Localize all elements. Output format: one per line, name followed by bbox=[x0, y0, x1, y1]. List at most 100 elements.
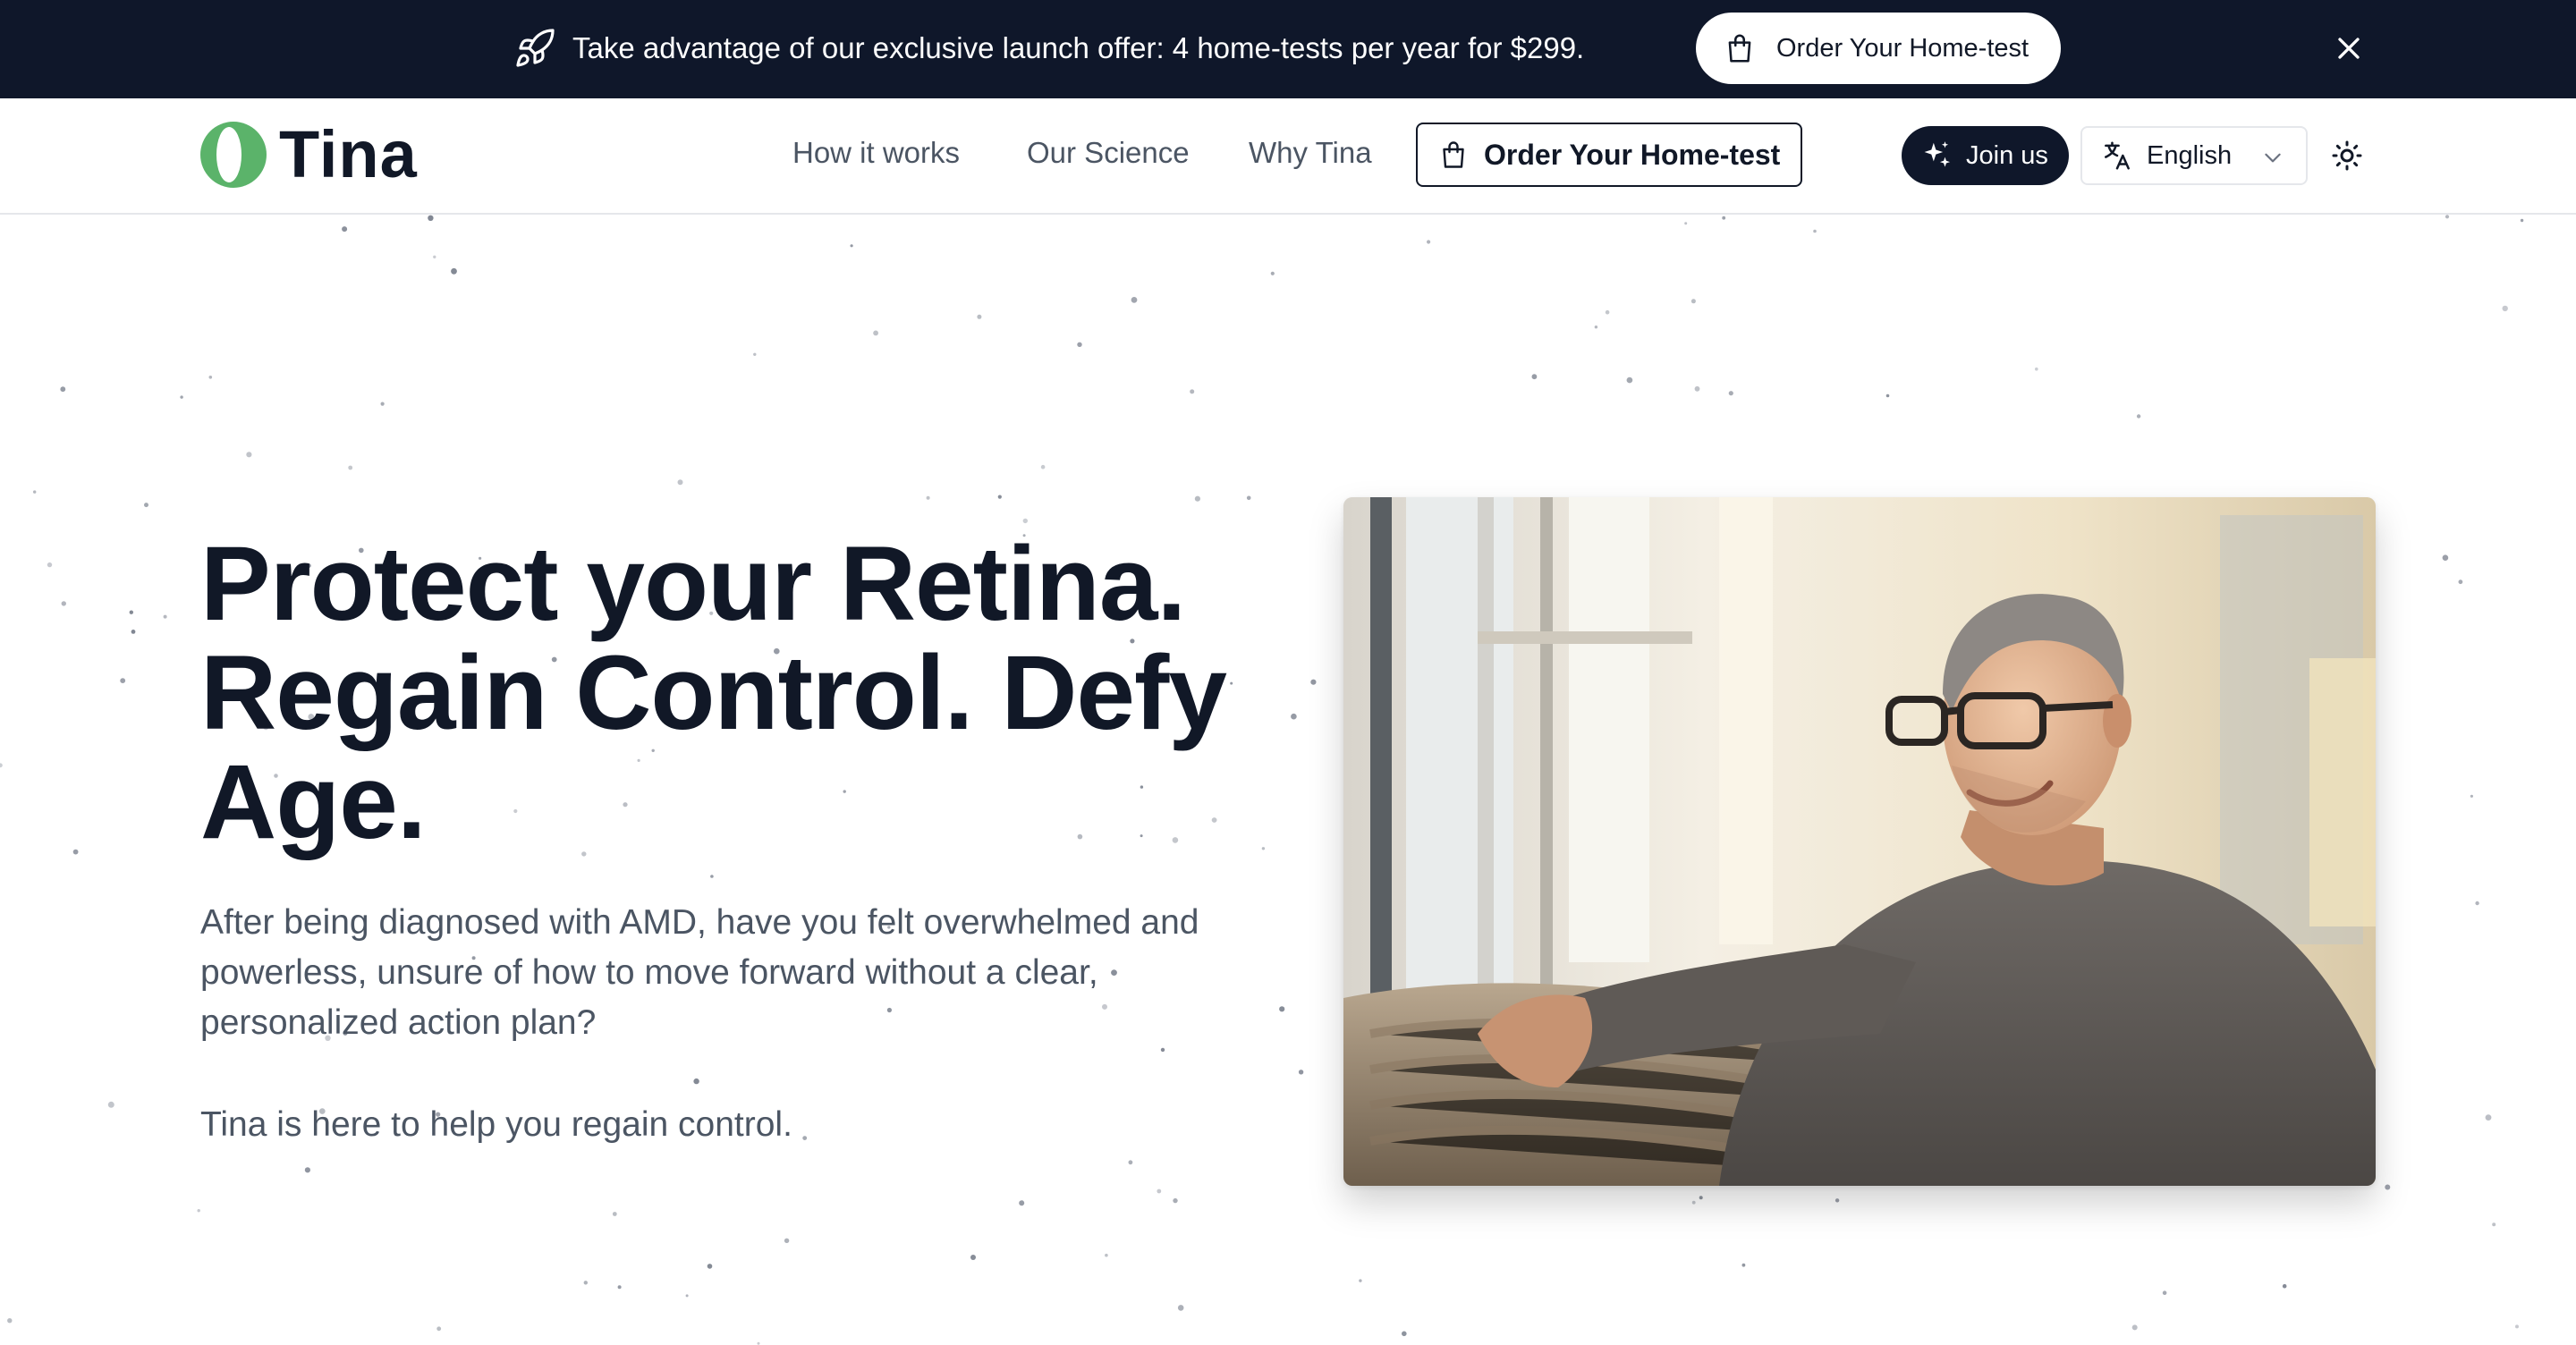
background-dot bbox=[208, 376, 213, 379]
background-dot bbox=[7, 1318, 13, 1324]
sparkles-icon bbox=[1924, 141, 1951, 167]
language-select[interactable]: English bbox=[2080, 126, 2308, 185]
background-dot bbox=[1173, 1197, 1178, 1204]
background-dot bbox=[2035, 367, 2038, 371]
background-dot bbox=[1699, 1196, 1703, 1200]
background-dot bbox=[850, 244, 853, 248]
background-dot bbox=[163, 614, 167, 619]
background-dot bbox=[1690, 299, 1696, 304]
background-dot bbox=[1402, 1331, 1407, 1337]
background-dot bbox=[1531, 374, 1538, 380]
nav-link-our-science[interactable]: Our Science bbox=[1027, 136, 1190, 170]
background-dot bbox=[1594, 326, 1598, 329]
background-dot bbox=[693, 1078, 699, 1085]
translate-icon bbox=[2105, 141, 2130, 170]
background-dot bbox=[2475, 901, 2479, 906]
logo-text: Tina bbox=[279, 117, 418, 191]
background-dot bbox=[348, 465, 353, 470]
page: Take advantage of our exclusive launch o… bbox=[0, 0, 2576, 1345]
background-dot bbox=[61, 601, 67, 606]
rocket-icon bbox=[516, 29, 555, 67]
background-dot bbox=[1813, 229, 1817, 233]
background-dot bbox=[612, 1212, 617, 1216]
hero-description: After being diagnosed with AMD, have you… bbox=[200, 903, 1199, 1042]
sun-icon[interactable] bbox=[2331, 140, 2363, 172]
nav-link-how-it-works[interactable]: How it works bbox=[792, 136, 960, 170]
background-dot bbox=[710, 875, 714, 878]
background-dot bbox=[144, 503, 148, 508]
announcement-order-button[interactable]: Order Your Home-test bbox=[1696, 13, 2061, 84]
background-dot bbox=[1040, 464, 1046, 469]
announcement-order-label: Order Your Home-test bbox=[1776, 33, 2029, 63]
background-dot bbox=[451, 267, 457, 275]
background-dot bbox=[1728, 391, 1733, 396]
background-dot bbox=[1605, 309, 1610, 315]
background-dot bbox=[107, 1101, 114, 1108]
background-dot bbox=[1194, 495, 1200, 502]
background-dot bbox=[2282, 1283, 2287, 1289]
site-header: Tina How it works Our Science Why Tina O… bbox=[0, 98, 2576, 215]
background-dot bbox=[685, 1294, 689, 1298]
background-dot bbox=[1279, 1006, 1285, 1012]
background-dot bbox=[2162, 1290, 2167, 1295]
background-dot bbox=[757, 1341, 760, 1345]
background-dot bbox=[1131, 297, 1138, 303]
background-dot bbox=[1298, 1070, 1304, 1075]
background-dot bbox=[2385, 1184, 2391, 1190]
background-dot bbox=[1246, 495, 1251, 501]
background-dot bbox=[1270, 271, 1275, 275]
join-us-button[interactable]: Join us bbox=[1902, 126, 2069, 185]
background-dot bbox=[753, 352, 757, 356]
background-dot bbox=[583, 1281, 588, 1285]
background-dot bbox=[1722, 216, 1726, 220]
background-dot bbox=[304, 1167, 310, 1173]
background-dot bbox=[1694, 385, 1700, 392]
background-dot bbox=[0, 763, 3, 768]
nav-link-why-tina[interactable]: Why Tina bbox=[1249, 136, 1372, 170]
background-dot bbox=[1177, 1305, 1184, 1311]
background-dot bbox=[1077, 342, 1082, 347]
background-dot bbox=[1160, 1047, 1165, 1053]
background-dot bbox=[873, 330, 878, 336]
background-dot bbox=[1684, 222, 1688, 225]
hero-title: Protect your Retina. Regain Control. Def… bbox=[200, 525, 1227, 861]
background-dot bbox=[120, 678, 126, 683]
background-dot bbox=[60, 386, 66, 393]
order-home-test-button[interactable]: Order Your Home-test bbox=[1416, 123, 1802, 187]
logo[interactable]: Tina bbox=[200, 122, 418, 188]
background-dot bbox=[1190, 389, 1195, 394]
hero-tagline: Tina is here to help you regain control. bbox=[200, 1105, 792, 1144]
background-dot bbox=[1626, 376, 1633, 384]
background-dot bbox=[617, 1285, 622, 1290]
announcement-message: Take advantage of our exclusive launch o… bbox=[572, 31, 1585, 64]
background-dot bbox=[2515, 1324, 2519, 1329]
background-dot bbox=[1019, 1200, 1025, 1206]
background-dot bbox=[342, 226, 348, 233]
background-dot bbox=[1691, 1200, 1696, 1205]
background-dot bbox=[970, 1255, 976, 1260]
background-dot bbox=[2136, 414, 2141, 419]
background-dot bbox=[2445, 215, 2450, 219]
background-dot bbox=[428, 215, 434, 221]
background-dot bbox=[47, 562, 53, 568]
background-dot bbox=[707, 1264, 713, 1269]
background-dot bbox=[997, 495, 1002, 499]
announcement-bar: Take advantage of our exclusive launch o… bbox=[0, 0, 2576, 98]
background-dot bbox=[1885, 393, 1890, 398]
background-dot bbox=[380, 402, 385, 406]
background-dot bbox=[2131, 1324, 2138, 1331]
background-dot bbox=[784, 1238, 790, 1244]
language-value: English bbox=[2147, 140, 2233, 170]
background-dot bbox=[433, 255, 436, 258]
background-dot bbox=[1741, 1263, 1746, 1267]
background-dot bbox=[131, 630, 136, 634]
background-dot bbox=[1359, 1279, 1362, 1282]
background-dot bbox=[926, 495, 930, 500]
background-dot bbox=[677, 479, 683, 486]
background-dot bbox=[197, 1209, 200, 1213]
shopping-bag-icon bbox=[1728, 34, 1751, 63]
background-dot bbox=[1022, 518, 1029, 524]
close-icon[interactable] bbox=[2331, 30, 2367, 66]
background-dot bbox=[2485, 1114, 2492, 1121]
smiling-man-photo bbox=[1343, 497, 2376, 1186]
